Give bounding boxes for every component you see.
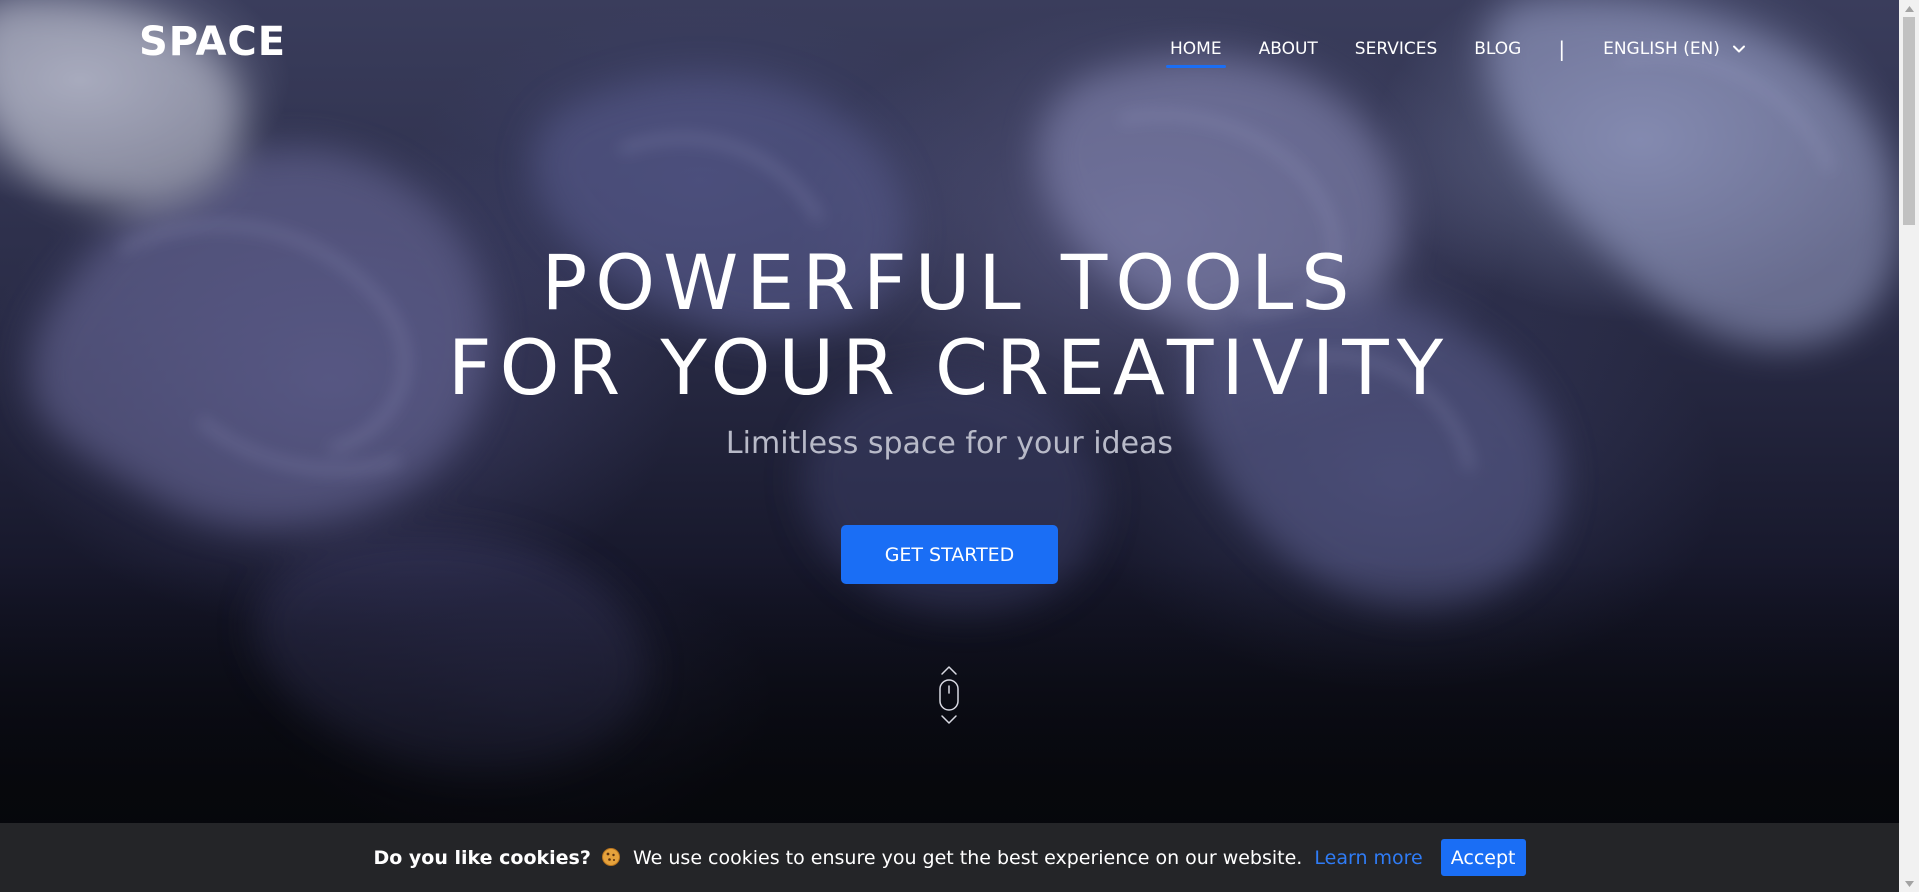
cookie-icon — [601, 847, 620, 866]
cookie-banner-title: Do you like cookies? — [373, 846, 591, 869]
nav-item-blog[interactable]: BLOG — [1474, 38, 1521, 60]
mouse-scroll-icon[interactable] — [936, 664, 962, 732]
cookie-banner-message: We use cookies to ensure you get the bes… — [632, 846, 1303, 869]
accept-cookies-button[interactable]: Accept — [1440, 839, 1526, 876]
nav-item-services[interactable]: SERVICES — [1355, 38, 1437, 60]
hero-section: SPACE HOME ABOUT SERVICES BLOG | ENGLISH… — [0, 0, 1899, 892]
chevron-down-icon — [1732, 45, 1745, 53]
cookie-banner-text: Do you like cookies? We use cookies to e… — [373, 847, 1422, 869]
get-started-button[interactable]: GET STARTED — [841, 525, 1058, 584]
nav-item-about[interactable]: ABOUT — [1259, 38, 1318, 60]
page: SPACE HOME ABOUT SERVICES BLOG | ENGLISH… — [0, 0, 1919, 892]
scroll-up-arrow-icon[interactable] — [1899, 0, 1919, 17]
main-nav: HOME ABOUT SERVICES BLOG | ENGLISH (EN) — [1166, 37, 1746, 68]
hero-subheadline: Limitless space for your ideas — [725, 426, 1174, 461]
cookie-banner: Do you like cookies? We use cookies to e… — [0, 823, 1899, 892]
hero-headline-line2: FOR YOUR CREATIVITY — [447, 323, 1452, 412]
language-selector[interactable]: ENGLISH (EN) — [1603, 39, 1746, 59]
page-scrollbar[interactable] — [1899, 0, 1919, 892]
learn-more-link[interactable]: Learn more — [1314, 847, 1422, 869]
language-selector-label: ENGLISH (EN) — [1603, 39, 1720, 59]
nav-item-home[interactable]: HOME — [1166, 38, 1226, 68]
nav-separator: | — [1558, 37, 1566, 61]
hero-headline-line1: POWERFUL TOOLS — [541, 238, 1358, 327]
site-logo[interactable]: SPACE — [139, 22, 286, 62]
scroll-down-arrow-icon[interactable] — [1899, 875, 1919, 892]
scrollbar-thumb[interactable] — [1903, 17, 1915, 225]
